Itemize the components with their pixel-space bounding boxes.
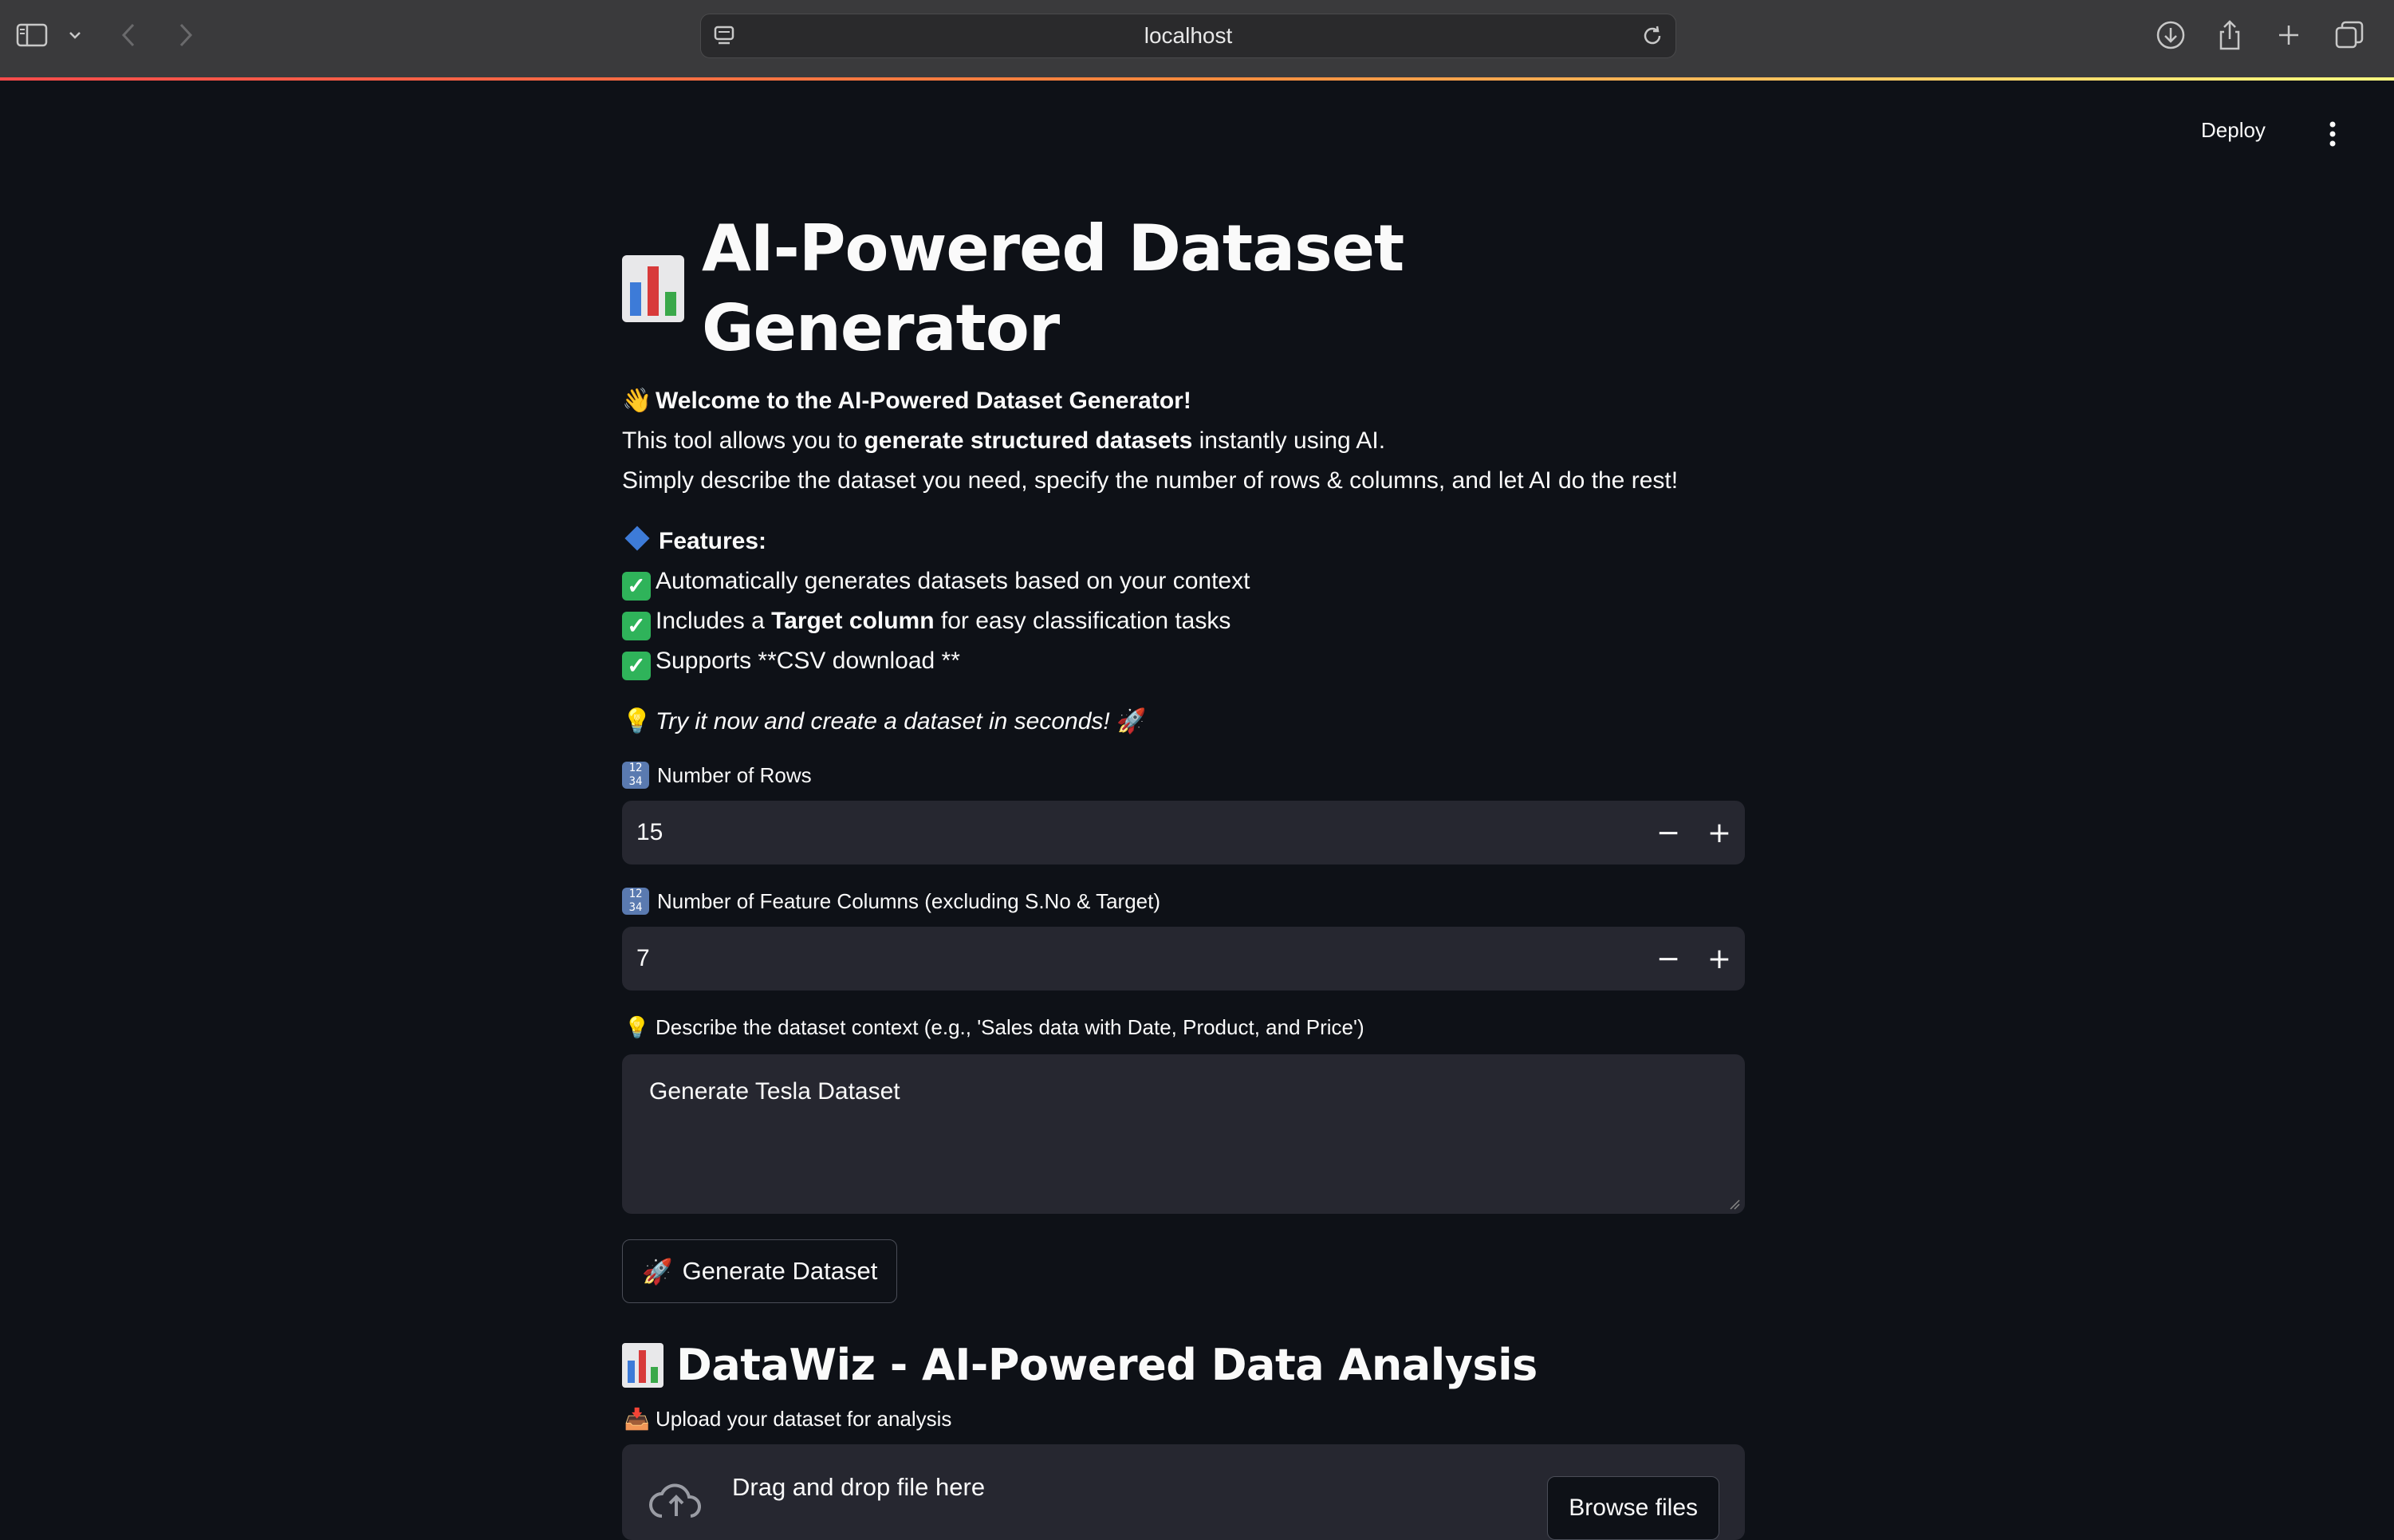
numbers-icon: 12 34 bbox=[622, 888, 649, 915]
light-bulb-icon: 💡 bbox=[622, 708, 652, 735]
context-field: 💡 Describe the dataset context (e.g., 'S… bbox=[622, 1011, 1745, 1214]
bar-chart-icon bbox=[622, 1342, 663, 1388]
upload-label: 📥 Upload your dataset for analysis bbox=[622, 1403, 1745, 1435]
columns-label-text: Number of Feature Columns (excluding S.N… bbox=[657, 888, 1161, 913]
rows-input[interactable]: 15 − + bbox=[622, 801, 1745, 865]
rows-label-text: Number of Rows bbox=[657, 762, 812, 787]
page-title: AI-Powered Dataset Generator bbox=[622, 209, 1745, 368]
numbers-icon: 12 34 bbox=[622, 762, 649, 789]
intro-line-1: This tool allows you to generate structu… bbox=[622, 421, 1745, 461]
columns-input[interactable]: 7 − + bbox=[622, 927, 1745, 991]
welcome-line: 👋 Welcome to the AI-Powered Dataset Gener… bbox=[622, 381, 1745, 421]
context-label: 💡 Describe the dataset context (e.g., 'S… bbox=[622, 1011, 1745, 1043]
analysis-heading: DataWiz - AI-Powered Data Analysis bbox=[622, 1340, 1745, 1390]
context-value[interactable]: Generate Tesla Dataset bbox=[649, 1078, 900, 1105]
file-dropzone[interactable]: Drag and drop file here Browse files bbox=[622, 1444, 1745, 1540]
download-icon[interactable] bbox=[2153, 18, 2188, 53]
columns-field: 12 34 Number of Feature Columns (excludin… bbox=[622, 885, 1745, 991]
columns-label: 12 34 Number of Feature Columns (excludin… bbox=[622, 885, 1745, 917]
browser-toolbar: localhost bbox=[0, 0, 2394, 81]
site-info-icon[interactable] bbox=[712, 24, 736, 51]
inbox-tray-icon: 📥 bbox=[624, 1406, 651, 1431]
columns-increment-button[interactable]: + bbox=[1694, 927, 1745, 991]
context-textarea[interactable]: Generate Tesla Dataset bbox=[622, 1054, 1745, 1214]
features-heading-text: Features: bbox=[659, 528, 767, 554]
feature-text-pre: Includes a bbox=[656, 608, 772, 634]
drag-drop-text: Drag and drop file here bbox=[732, 1473, 986, 1501]
intro-text-post: instantly using AI. bbox=[1192, 427, 1386, 454]
feature-text-bold: Target column bbox=[771, 608, 935, 634]
features-block: Features: ✓ Automatically generates datas… bbox=[622, 522, 1745, 681]
try-it-line: 💡 Try it now and create a dataset in seco… bbox=[622, 702, 1745, 742]
rows-field: 12 34 Number of Rows 15 − + bbox=[622, 759, 1745, 865]
light-bulb-icon: 💡 bbox=[624, 1014, 651, 1039]
bar-chart-icon bbox=[622, 255, 684, 322]
loading-accent-bar bbox=[0, 77, 2394, 81]
share-icon[interactable] bbox=[2214, 18, 2246, 53]
check-icon: ✓ bbox=[622, 572, 651, 601]
feature-item: ✓ Automatically generates datasets based … bbox=[622, 561, 1745, 601]
rocket-icon: 🚀 bbox=[642, 1257, 673, 1286]
columns-value[interactable]: 7 bbox=[622, 945, 1643, 972]
analysis-heading-text: DataWiz - AI-Powered Data Analysis bbox=[676, 1340, 1538, 1390]
features-heading: Features: bbox=[622, 522, 1745, 561]
reload-icon[interactable] bbox=[1640, 24, 1664, 51]
waving-hand-icon: 👋 bbox=[622, 388, 652, 414]
rows-increment-button[interactable]: + bbox=[1694, 801, 1745, 865]
resize-grip-icon[interactable] bbox=[1729, 1198, 1740, 1210]
rows-label: 12 34 Number of Rows bbox=[622, 759, 1745, 791]
blue-diamond-icon bbox=[624, 526, 650, 551]
new-tab-icon[interactable] bbox=[2273, 18, 2305, 53]
feature-item: ✓ Includes a Target column for easy class… bbox=[622, 601, 1745, 641]
intro-block: 👋 Welcome to the AI-Powered Dataset Gener… bbox=[622, 381, 1745, 501]
intro-line-2: Simply describe the dataset you need, sp… bbox=[622, 467, 1679, 494]
tabs-overview-icon[interactable] bbox=[2332, 18, 2367, 53]
forward-icon[interactable] bbox=[171, 18, 199, 53]
generate-dataset-button[interactable]: 🚀 Generate Dataset bbox=[622, 1239, 898, 1303]
context-label-text: Describe the dataset context (e.g., 'Sal… bbox=[656, 1014, 1364, 1039]
columns-decrement-button[interactable]: − bbox=[1643, 927, 1694, 991]
kebab-menu-icon[interactable] bbox=[2324, 120, 2341, 148]
rows-decrement-button[interactable]: − bbox=[1643, 801, 1694, 865]
check-icon: ✓ bbox=[622, 612, 651, 640]
upload-field: 📥 Upload your dataset for analysis Drag … bbox=[622, 1403, 1745, 1540]
main-content: AI-Powered Dataset Generator 👋 Welcome to… bbox=[622, 191, 1745, 1540]
try-it-text: Try it now and create a dataset in secon… bbox=[656, 708, 1110, 735]
generate-dataset-label: Generate Dataset bbox=[682, 1257, 878, 1285]
intro-text-bold: generate structured datasets bbox=[864, 427, 1193, 454]
rocket-icon: 🚀 bbox=[1116, 708, 1147, 735]
browse-files-button[interactable]: Browse files bbox=[1547, 1476, 1719, 1540]
intro-text-pre: This tool allows you to bbox=[622, 427, 864, 454]
feature-text-post: for easy classification tasks bbox=[934, 608, 1231, 634]
welcome-text: Welcome to the AI-Powered Dataset Genera… bbox=[656, 388, 1191, 414]
chevron-down-icon[interactable] bbox=[64, 18, 86, 53]
feature-text: Supports **CSV download ** bbox=[656, 648, 960, 674]
feature-text: Automatically generates datasets based o… bbox=[656, 568, 1250, 594]
sidebar-toggle-icon[interactable] bbox=[14, 18, 49, 53]
upload-label-text: Upload your dataset for analysis bbox=[656, 1406, 952, 1431]
address-bar[interactable]: localhost bbox=[700, 14, 1676, 58]
url-text: localhost bbox=[1144, 23, 1233, 48]
check-icon: ✓ bbox=[622, 652, 651, 680]
deploy-button[interactable]: Deploy bbox=[2201, 118, 2266, 143]
rows-value[interactable]: 15 bbox=[622, 819, 1643, 846]
cloud-upload-icon bbox=[646, 1479, 707, 1522]
page-title-text: AI-Powered Dataset Generator bbox=[702, 211, 1404, 365]
feature-item: ✓ Supports **CSV download ** bbox=[622, 641, 1745, 681]
back-icon[interactable] bbox=[115, 18, 144, 53]
